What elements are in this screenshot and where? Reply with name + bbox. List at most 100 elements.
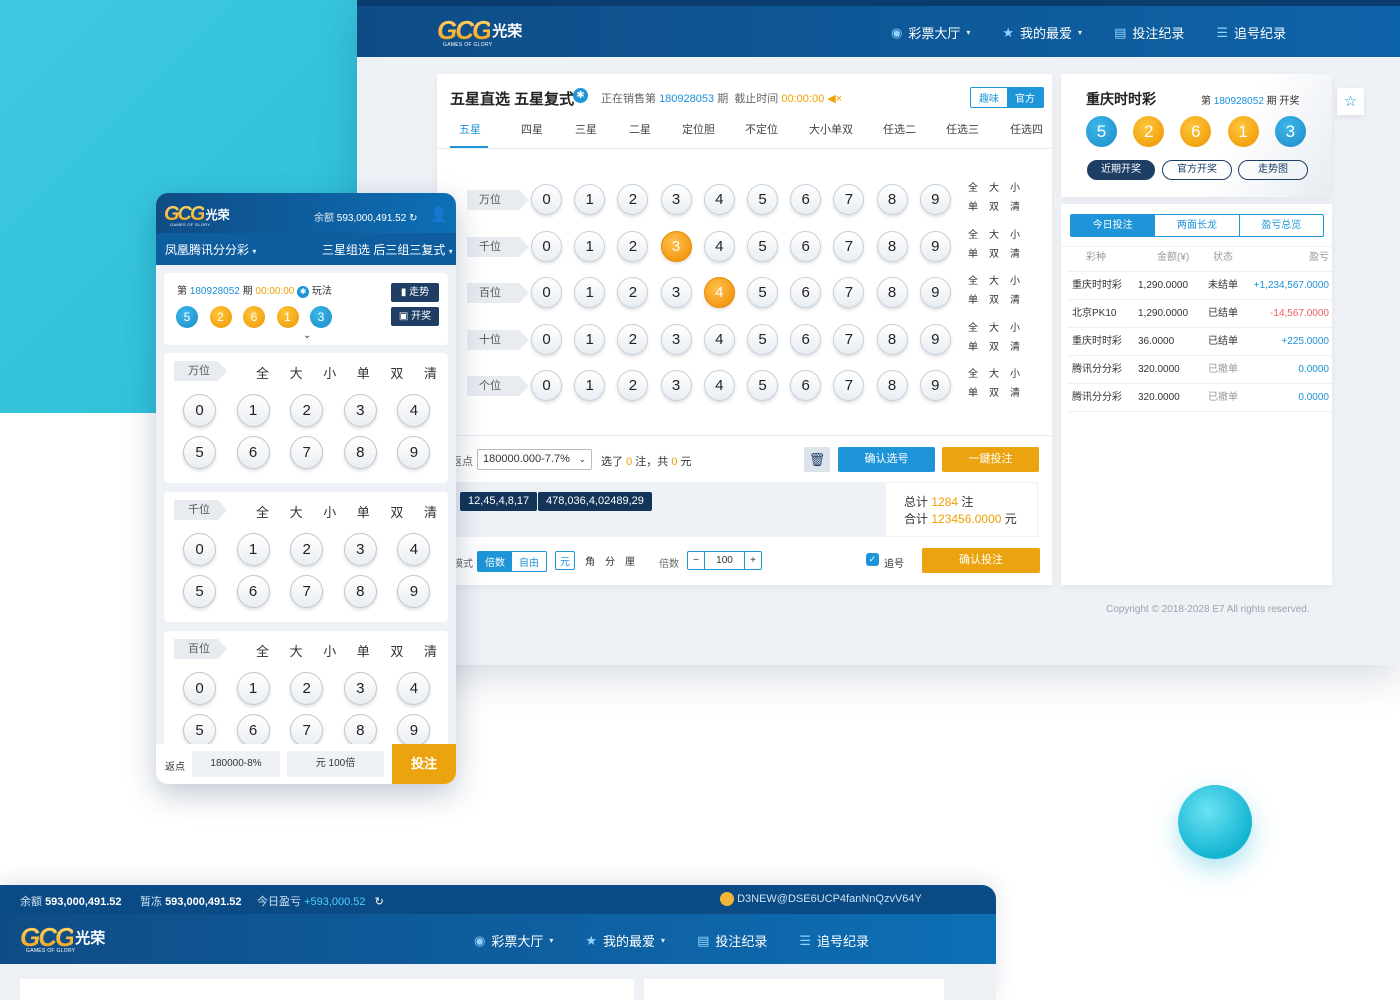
number-ball[interactable]: 1 (574, 230, 606, 262)
number-ball[interactable]: 6 (790, 370, 822, 401)
quick-select-0[interactable]: 单 (968, 245, 978, 264)
unit-option[interactable]: 元 (555, 551, 575, 570)
number-ball[interactable]: 5 (747, 370, 778, 401)
mode-fun[interactable]: 趣味 (971, 88, 1007, 107)
number-ball[interactable]: 5 (747, 277, 778, 308)
mobile-rebate-select[interactable]: 180000-8% (192, 751, 280, 777)
bets-tab[interactable]: 今日投注 (1071, 215, 1155, 236)
one-click-bet-button[interactable]: 一鍵投注 (942, 447, 1039, 472)
quick-select-1[interactable]: 双 (989, 198, 999, 217)
mobile-bet-button[interactable]: 投注 (392, 744, 456, 784)
mobile-number-ball[interactable]: 0 (183, 533, 216, 566)
mobile-number-ball[interactable]: 6 (236, 574, 270, 608)
number-ball[interactable]: 4 (703, 323, 735, 355)
number-ball[interactable]: 2 (617, 184, 649, 215)
logo[interactable]: GCG 光荣 GAMES OF GLORY (437, 17, 522, 48)
number-ball[interactable]: 3 (660, 184, 692, 215)
mobile-number-ball[interactable]: 7 (290, 435, 324, 469)
mobile-quick-select[interactable]: 清 (424, 641, 437, 660)
mobile-quick-select[interactable]: 单 (357, 641, 370, 660)
number-ball[interactable]: 6 (790, 323, 822, 355)
mobile-quick-select[interactable]: 双 (390, 502, 403, 521)
number-ball[interactable]: 4 (703, 184, 735, 215)
nav-item[interactable]: ★ 我的最爱 ▾ (1002, 23, 1082, 42)
chase-checkbox[interactable]: ✓ (866, 553, 879, 566)
help-icon[interactable]: ✱ (573, 88, 588, 103)
number-ball[interactable]: 8 (876, 184, 908, 215)
mobile-number-ball[interactable]: 1 (236, 533, 270, 566)
quick-select-2[interactable]: 小 (1010, 365, 1020, 384)
unit-option[interactable]: 分 (605, 553, 615, 568)
number-ball[interactable]: 3 (660, 370, 692, 401)
number-ball[interactable]: 7 (833, 230, 865, 262)
mobile-number-ball[interactable]: 2 (290, 394, 324, 427)
number-ball[interactable]: 6 (790, 230, 822, 262)
mobile-number-ball[interactable]: 3 (343, 672, 377, 705)
mobile-number-ball[interactable]: 9 (397, 435, 431, 469)
mobile-number-ball[interactable]: 0 (183, 394, 216, 427)
quick-select-2[interactable]: 小 (1010, 319, 1020, 338)
number-ball[interactable]: 1 (574, 370, 606, 401)
quick-select-1[interactable]: 双 (989, 291, 999, 310)
table-row[interactable]: 腾讯分分彩 320.0000 已撤单 0.0000 (1068, 356, 1332, 384)
number-ball[interactable]: 6 (790, 184, 822, 215)
quick-select-1[interactable]: 大 (989, 272, 999, 291)
quick-select-1[interactable]: 双 (989, 245, 999, 264)
quick-select-0[interactable]: 单 (968, 384, 978, 403)
play-select[interactable]: 三星组选 后三组三复式 ▾ (322, 241, 453, 258)
number-ball[interactable]: 9 (919, 370, 951, 401)
mute-icon[interactable]: ◀× (827, 93, 842, 105)
number-ball[interactable]: 5 (747, 230, 778, 262)
number-ball[interactable]: 7 (833, 277, 865, 308)
number-ball[interactable]: 8 (876, 370, 908, 401)
quick-select-2[interactable]: 小 (1010, 272, 1020, 291)
mobile-number-ball[interactable]: 3 (343, 394, 377, 427)
confirm-pick-button[interactable]: 确认选号 (838, 447, 935, 472)
number-ball[interactable]: 0 (531, 323, 562, 355)
number-ball[interactable]: 7 (833, 370, 865, 401)
mobile-number-ball[interactable]: 7 (290, 574, 324, 608)
number-ball[interactable]: 9 (919, 277, 951, 308)
mobile-number-ball[interactable]: 0 (183, 672, 216, 705)
quick-select-0[interactable]: 全 (968, 272, 978, 291)
mobile-number-ball[interactable]: 1 (236, 394, 270, 427)
number-ball[interactable]: 2 (617, 323, 649, 355)
number-ball[interactable]: 9 (919, 184, 951, 215)
mobile-quick-select[interactable]: 双 (390, 363, 403, 382)
game-select[interactable]: 凤凰腾讯分分彩 ▾ (165, 241, 256, 258)
number-ball[interactable]: 9 (919, 323, 951, 355)
star-icon[interactable]: ☆ (1337, 88, 1364, 115)
mode-multiple[interactable]: 倍数 (478, 552, 512, 571)
number-ball[interactable]: 4 (703, 277, 735, 308)
tab-2[interactable]: 三星 (575, 121, 597, 137)
mobile-quick-select[interactable]: 小 (323, 641, 336, 660)
mobile-number-ball[interactable]: 5 (183, 435, 216, 469)
mobile-number-ball[interactable]: 8 (343, 574, 377, 608)
number-ball[interactable]: 8 (876, 277, 908, 308)
mobile-number-ball[interactable]: 2 (290, 672, 324, 705)
refresh-icon[interactable]: ↻ (409, 213, 417, 224)
tab-1[interactable]: 四星 (521, 121, 543, 137)
multiple-input[interactable]: 100 (705, 552, 744, 569)
quick-select-0[interactable]: 全 (968, 226, 978, 245)
mobile-number-ball[interactable]: 4 (397, 394, 431, 427)
nav-item[interactable]: ★ 我的最爱 ▾ (585, 931, 665, 950)
mobile-quick-select[interactable]: 大 (290, 363, 303, 382)
mobile-quick-select[interactable]: 单 (357, 363, 370, 382)
nav-item[interactable]: ▤ 投注纪录 (697, 931, 767, 950)
draw-history-button[interactable]: ▣ 开奖 (391, 307, 439, 326)
mobile-number-ball[interactable]: 4 (397, 533, 431, 566)
number-ball[interactable]: 1 (574, 277, 606, 308)
trash-icon[interactable]: 🗑 (804, 447, 830, 472)
quick-select-2[interactable]: 清 (1010, 245, 1020, 264)
mobile-quick-select[interactable]: 全 (256, 363, 269, 382)
mobile-quick-select[interactable]: 大 (290, 641, 303, 660)
number-ball[interactable]: 6 (790, 277, 822, 308)
table-row[interactable]: 重庆时时彩 36.0000 已结单 +225.0000 (1068, 328, 1332, 356)
mobile-logo[interactable]: GCG 光荣 GAMES OF GLORY (164, 204, 230, 227)
number-ball[interactable]: 4 (703, 370, 735, 401)
number-ball[interactable]: 2 (617, 230, 649, 262)
plus-button[interactable]: + (744, 552, 761, 569)
mobile-quick-select[interactable]: 全 (256, 502, 269, 521)
number-ball[interactable]: 8 (876, 230, 908, 262)
